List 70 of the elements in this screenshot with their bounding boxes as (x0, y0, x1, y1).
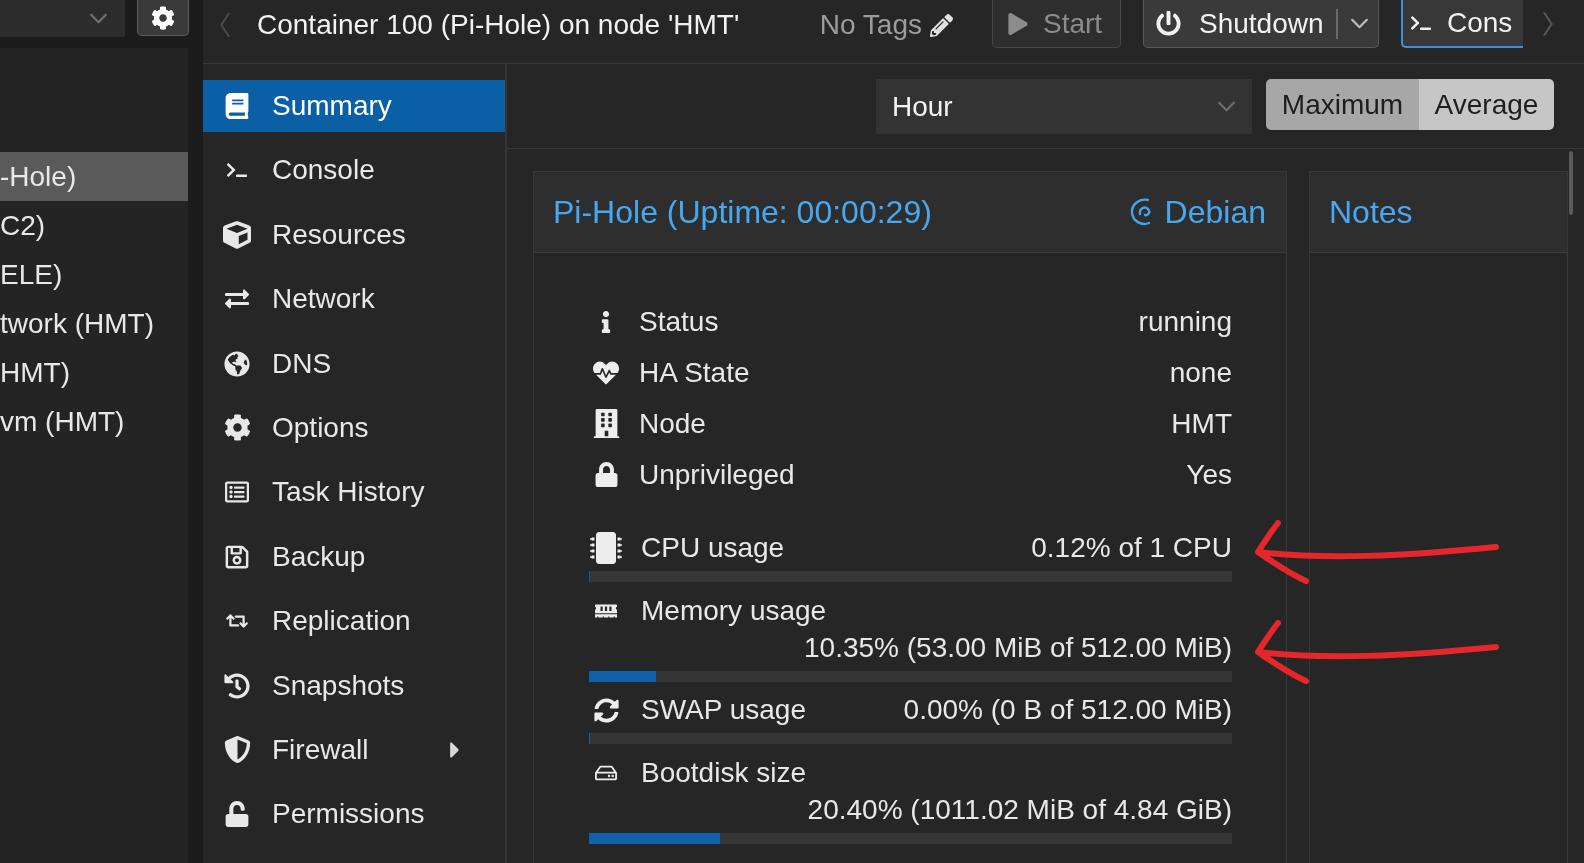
tags-label: No Tags (819, 8, 922, 42)
nav-menu-item[interactable]: Replication (203, 595, 505, 648)
info-label: Node (639, 406, 706, 441)
padlock-icon (593, 462, 619, 487)
tree-item[interactable]: twork (HMT) (0, 299, 188, 348)
console-button[interactable]: Cons (1401, 0, 1523, 48)
info-label: HA State (639, 355, 750, 390)
info-value: none (1169, 355, 1232, 390)
sync-arrows-icon (593, 697, 619, 723)
nav-menu-item[interactable]: Snapshots (203, 659, 505, 712)
nav-menu-item[interactable]: Network (203, 273, 505, 326)
nav-menu-item[interactable]: Resources (203, 208, 505, 261)
nav-menu-item[interactable]: Backup (203, 530, 505, 583)
cube-icon (223, 220, 251, 249)
resource-label: Memory usage (641, 593, 827, 628)
nav-menu-item[interactable]: Firewall (203, 723, 505, 776)
nav-menu-item[interactable]: Summary (203, 80, 505, 132)
chevron-down-icon (89, 13, 108, 24)
nav-menu-item[interactable]: Options (203, 401, 505, 454)
panel-title: Pi-Hole (Uptime: 00:00:29) (553, 193, 932, 232)
info-value: HMT (1171, 406, 1232, 441)
list-icon (225, 480, 249, 505)
os-label: Debian (1164, 193, 1266, 232)
nav-menu-item[interactable]: Permissions (203, 788, 505, 841)
power-icon (1156, 11, 1181, 36)
panel-title: Notes (1329, 193, 1413, 232)
chevron-left-icon[interactable] (219, 12, 231, 38)
history-icon (224, 672, 250, 699)
info-value: running (1138, 304, 1232, 339)
chevron-down-icon (1217, 101, 1236, 112)
resource-value: 0.12% of 1 CPU (1031, 531, 1232, 565)
shutdown-button[interactable]: Shutdown (1143, 0, 1379, 48)
pencil-icon[interactable] (930, 13, 953, 37)
resource-value: 20.40% (1011.02 MiB of 4.84 GiB) (807, 792, 1232, 827)
resource-label: CPU usage (641, 531, 785, 565)
resource-value: 0.00% (0 B of 512.00 MiB) (903, 693, 1232, 727)
nav-menu-item[interactable]: Console (203, 144, 505, 197)
chevron-right-icon[interactable] (1542, 11, 1554, 37)
tree-item[interactable]: C2) (0, 201, 188, 250)
play-icon (1007, 12, 1029, 35)
info-value: Yes (1186, 457, 1232, 492)
info-label: Unprivileged (639, 457, 795, 492)
tree-item[interactable]: HMT) (0, 348, 188, 397)
tree-item[interactable]: -Hole) (0, 152, 188, 201)
building-icon (591, 409, 621, 438)
tree-item[interactable]: ELE) (0, 250, 188, 299)
terminal-icon (1411, 13, 1431, 33)
mode-toggle[interactable]: Maximum (1266, 79, 1419, 130)
scrollbar-thumb[interactable] (1569, 151, 1573, 215)
globe-icon (224, 350, 250, 377)
unlocked-padlock-icon (224, 801, 250, 828)
resource-label: SWAP usage (641, 693, 806, 727)
gear-icon (223, 414, 251, 442)
resource-label: Bootdisk size (641, 755, 806, 790)
window-title: Container 100 (Pi-Hole) on node 'HMT' (257, 8, 740, 42)
timeframe-dropdown[interactable]: Hour (876, 79, 1252, 134)
nav-menu-item[interactable]: Task History (203, 466, 505, 519)
gear-icon (151, 5, 175, 30)
resource-value: 10.35% (53.00 MiB of 512.00 MiB) (804, 630, 1232, 665)
book-icon (224, 93, 250, 119)
tree-item[interactable]: vm (HMT) (0, 397, 188, 446)
settings-button[interactable] (137, 0, 189, 36)
chip-icon (590, 532, 622, 564)
heartbeat-icon (593, 359, 619, 386)
mode-toggle[interactable]: Average (1419, 79, 1554, 130)
chevron-down-icon (1349, 18, 1369, 29)
info-label: Status (639, 304, 719, 339)
view-selector-field[interactable] (0, 0, 125, 37)
nav-menu-item[interactable]: DNS (203, 337, 505, 390)
shield-icon (223, 736, 251, 764)
